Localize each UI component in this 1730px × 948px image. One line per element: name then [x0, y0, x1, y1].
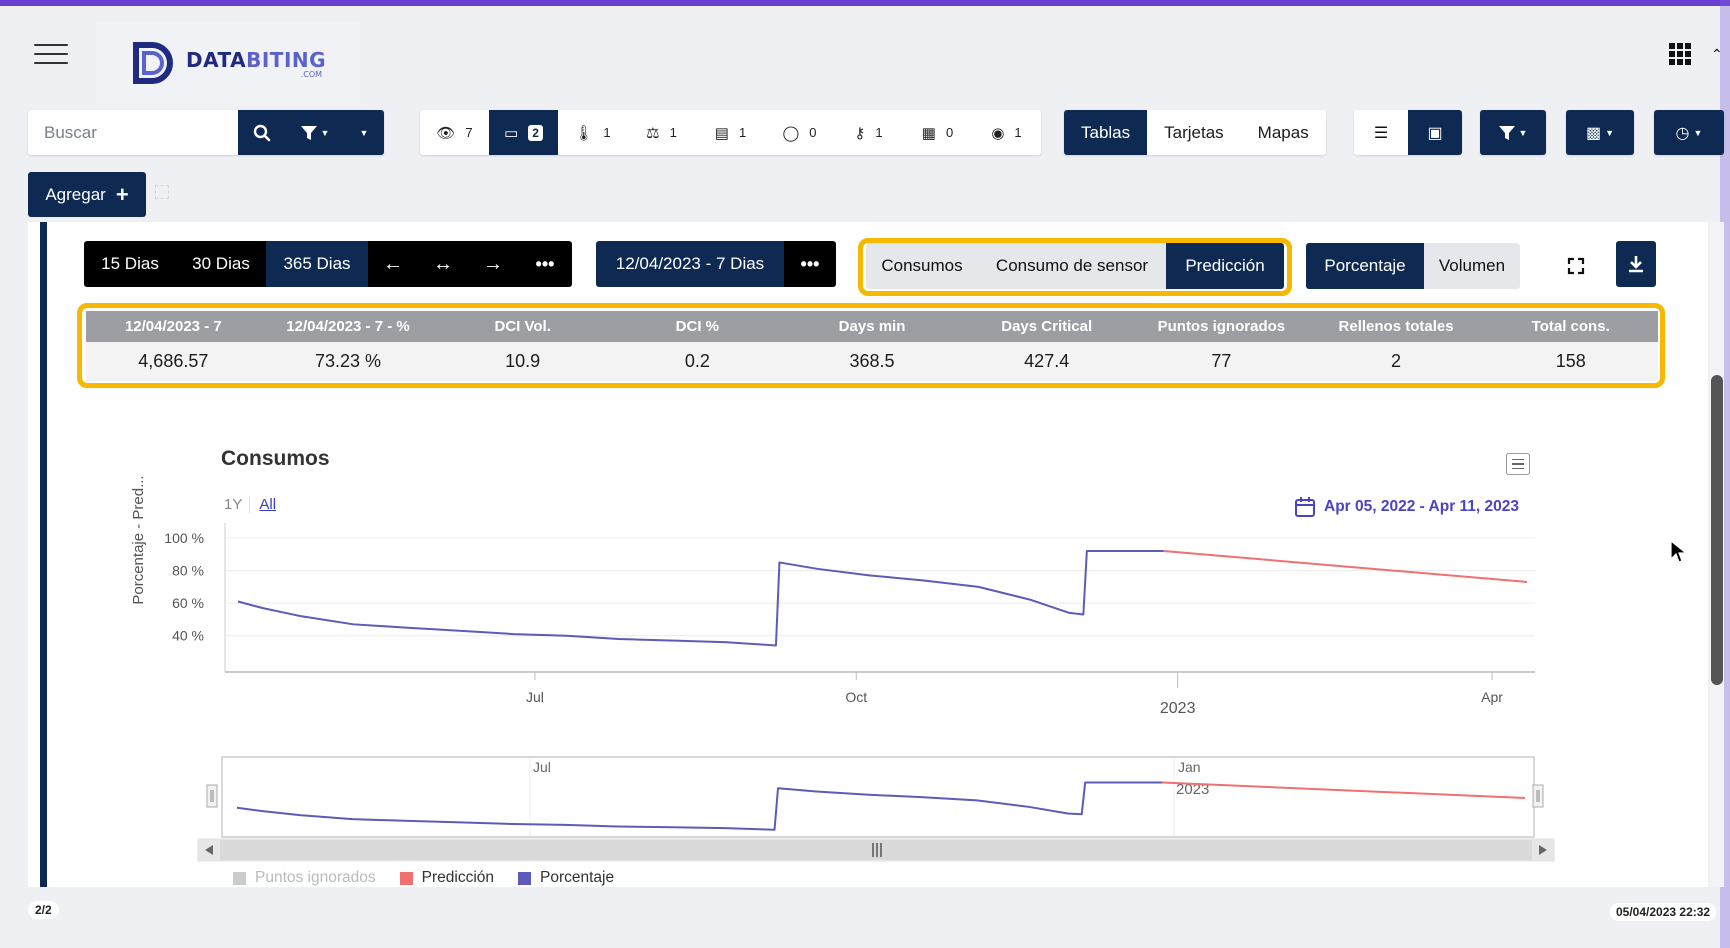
y-tick-label: 40 %	[172, 628, 204, 644]
navigator-label-jul: Jul	[533, 759, 551, 775]
legend-item-prediccion[interactable]: Predicción	[399, 869, 495, 887]
main-plot: 100 % 80 % 60 % 40 % Jul Oct 2023 Apr	[164, 523, 1535, 717]
navigator-right-handle[interactable]	[1532, 784, 1544, 808]
timestamp: 05/04/2023 22:32	[1610, 903, 1717, 921]
x-tick-label: Jul	[526, 689, 544, 705]
consumos-chart: 100 % 80 % 60 % 40 % Jul Oct 2023 Apr Porcentaj…	[130, 475, 1555, 862]
navigator-scrollbar-thumb[interactable]	[220, 840, 1532, 860]
porcentaje-series-line[interactable]	[237, 550, 1164, 647]
y-tick-label: 60 %	[172, 595, 204, 611]
chart-legend: Puntos ignorados Predicción Porcentaje	[233, 869, 614, 887]
legend-label: Predicción	[421, 869, 495, 886]
legend-swatch	[399, 871, 413, 885]
legend-item-porcentaje[interactable]: Porcentaje	[518, 869, 614, 887]
legend-swatch	[518, 871, 532, 885]
x-tick-label: 2023	[1160, 700, 1196, 717]
x-tick-label: Apr	[1481, 689, 1503, 705]
prediccion-series-line[interactable]	[1163, 550, 1528, 583]
legend-swatch	[233, 871, 246, 885]
y-axis-label: Porcentaje - Pred...	[130, 475, 147, 604]
navigator: Jul Jan 2023	[197, 756, 1555, 862]
legend-label: Porcentaje	[540, 869, 615, 886]
page-indicator: 2/2	[28, 901, 59, 919]
y-tick-label: 80 %	[172, 563, 204, 579]
x-tick-label: Oct	[845, 689, 867, 705]
navigator-label-jan: Jan	[1178, 759, 1201, 775]
legend-label: Puntos ignorados	[255, 869, 376, 886]
legend-item-ignorados[interactable]: Puntos ignorados	[233, 869, 376, 887]
mouse-cursor-icon	[1670, 540, 1688, 563]
y-tick-label: 100 %	[164, 530, 204, 546]
navigator-left-handle[interactable]	[206, 784, 218, 808]
